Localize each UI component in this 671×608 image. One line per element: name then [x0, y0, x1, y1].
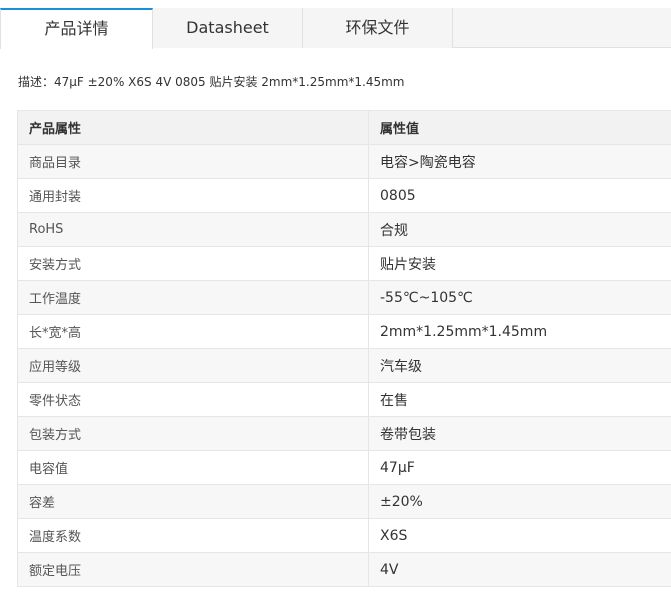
- table-header-row: 产品属性 属性值: [17, 110, 671, 145]
- table-row: 额定电压 4V: [17, 552, 671, 587]
- table-row: 电容值 47μF: [17, 450, 671, 485]
- attribute-name: 应用等级: [17, 348, 369, 383]
- header-value: 属性值: [368, 110, 671, 145]
- tab-environmental-documents[interactable]: 环保文件: [303, 8, 453, 48]
- attribute-name: RoHS: [17, 212, 369, 247]
- table-row: 通用封装 0805: [17, 178, 671, 213]
- attribute-value: 0805: [368, 178, 671, 213]
- attribute-name: 工作温度: [17, 280, 369, 315]
- attribute-value: 卷带包装: [368, 416, 671, 451]
- attribute-value: 2mm*1.25mm*1.45mm: [368, 314, 671, 349]
- table-row: 长*宽*高 2mm*1.25mm*1.45mm: [17, 314, 671, 349]
- tab-product-details[interactable]: 产品详情: [0, 8, 153, 49]
- table-row: 温度系数 X6S: [17, 518, 671, 553]
- attribute-name: 长*宽*高: [17, 314, 369, 349]
- table-row: 安装方式 贴片安装: [17, 246, 671, 281]
- table-row: 工作温度 -55℃~105℃: [17, 280, 671, 315]
- table-row: 容差 ±20%: [17, 484, 671, 519]
- table-row: 包装方式 卷带包装: [17, 416, 671, 451]
- attribute-value: 4V: [368, 552, 671, 587]
- attribute-value: X6S: [368, 518, 671, 553]
- tab-bar: 产品详情 Datasheet 环保文件: [0, 8, 671, 49]
- product-detail-page: 产品详情 Datasheet 环保文件 描述：47μF ±20% X6S 4V …: [0, 0, 671, 608]
- table-row: 商品目录 电容>陶瓷电容: [17, 144, 671, 179]
- attribute-value: ±20%: [368, 484, 671, 519]
- attributes-table: 产品属性 属性值 商品目录 电容>陶瓷电容 通用封装 0805 RoHS 合规 …: [17, 110, 671, 587]
- attribute-name: 容差: [17, 484, 369, 519]
- attribute-value: 贴片安装: [368, 246, 671, 281]
- attribute-name: 额定电压: [17, 552, 369, 587]
- product-description: 描述：47μF ±20% X6S 4V 0805 贴片安装 2mm*1.25mm…: [18, 75, 405, 89]
- attribute-name: 安装方式: [17, 246, 369, 281]
- attribute-name: 商品目录: [17, 144, 369, 179]
- attribute-value: -55℃~105℃: [368, 280, 671, 315]
- table-row: 零件状态 在售: [17, 382, 671, 417]
- attribute-name: 温度系数: [17, 518, 369, 553]
- attribute-value: 47μF: [368, 450, 671, 485]
- header-attribute: 产品属性: [17, 110, 369, 145]
- attribute-name: 包装方式: [17, 416, 369, 451]
- attribute-value: 在售: [368, 382, 671, 417]
- attribute-value: 汽车级: [368, 348, 671, 383]
- attribute-name: 通用封装: [17, 178, 369, 213]
- tab-datasheet[interactable]: Datasheet: [153, 8, 303, 48]
- attribute-value: 电容>陶瓷电容: [368, 144, 671, 179]
- attribute-name: 零件状态: [17, 382, 369, 417]
- table-row: 应用等级 汽车级: [17, 348, 671, 383]
- attribute-name: 电容值: [17, 450, 369, 485]
- attribute-value: 合规: [368, 212, 671, 247]
- table-row: RoHS 合规: [17, 212, 671, 247]
